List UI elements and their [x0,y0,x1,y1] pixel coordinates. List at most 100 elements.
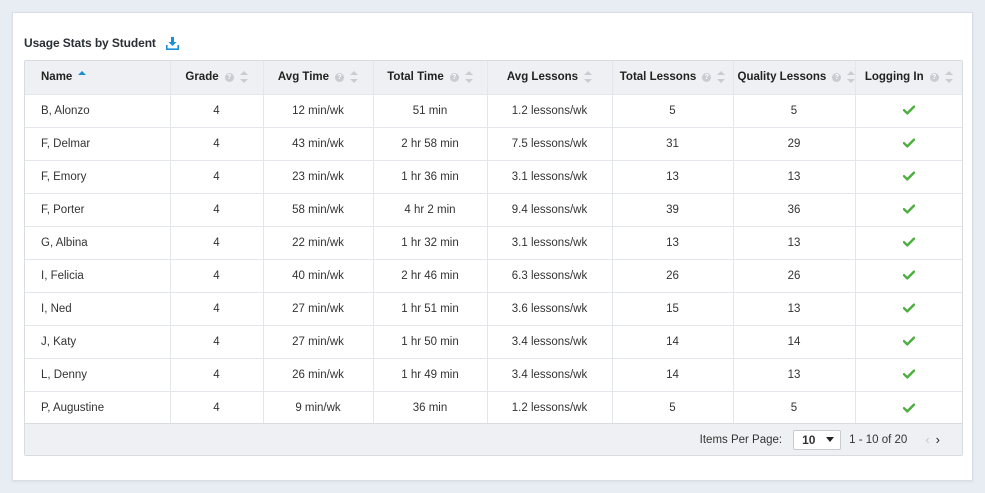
cell-total-time: 36 min [373,391,488,424]
column-header-grade[interactable]: Grade? [170,61,264,94]
column-header-label: Avg Time [277,71,330,84]
help-icon[interactable]: ? [224,72,234,82]
sort-icon[interactable] [350,71,359,84]
cell-total-lessons: 31 [612,127,734,160]
cell-name: P, Augustine [25,391,171,424]
chevron-left-icon[interactable]: ‹ [925,433,929,446]
help-icon[interactable]: ? [929,72,939,82]
cell-logging-in [855,226,962,259]
sort-icon[interactable] [944,71,953,84]
column-header-label: Logging In [864,71,924,84]
cell-avg-time: 22 min/wk [263,226,374,259]
download-icon[interactable] [165,36,179,50]
pagination-range: 1 - 10 of 20 [849,433,908,446]
cell-total-lessons: 13 [612,226,734,259]
cell-name: F, Porter [25,193,171,226]
cell-logging-in [855,127,962,160]
cell-grade: 4 [170,259,264,292]
cell-grade: 4 [170,193,264,226]
cell-grade: 4 [170,160,264,193]
cell-quality-lessons: 13 [733,292,856,325]
usage-stats-card: Usage Stats by Student Name Grade? Avg Tim… [12,12,973,481]
cell-avg-lessons: 7.5 lessons/wk [487,127,613,160]
column-header-avg-lessons[interactable]: Avg Lessons [487,61,613,94]
table-header-row: Name Grade? Avg Time? Total Time? Avg Lesson… [25,61,962,94]
table-body: B, Alonzo 4 12 min/wk 51 min 1.2 lessons/wk 5… [25,94,962,424]
cell-total-lessons: 14 [612,325,734,358]
items-per-page-select[interactable]: 10 [793,429,842,450]
checkmark-icon [902,237,915,248]
column-header-avg-time[interactable]: Avg Time? [263,61,374,94]
cell-total-time: 2 hr 58 min [373,127,488,160]
cell-grade: 4 [170,94,264,127]
cell-grade: 4 [170,292,264,325]
card-title: Usage Stats by Student [24,36,156,50]
table-row: G, Albina 4 22 min/wk 1 hr 32 min 3.1 lesson… [25,226,962,259]
cell-grade: 4 [170,226,264,259]
cell-total-lessons: 13 [612,160,734,193]
checkmark-icon [902,138,915,149]
cell-total-time: 1 hr 32 min [373,226,488,259]
column-header-inner: Name [41,71,87,83]
table-row: F, Porter 4 58 min/wk 4 hr 2 min 9.4 lessons… [25,193,962,226]
cell-avg-time: 26 min/wk [263,358,374,391]
checkmark-icon [902,204,915,215]
sort-icon[interactable] [847,71,856,84]
table-row: L, Denny 4 26 min/wk 1 hr 49 min 3.4 lessons… [25,358,962,391]
column-header-inner: Avg Time? [277,71,359,84]
cell-avg-time: 23 min/wk [263,160,374,193]
column-header-inner: Grade? [185,71,248,84]
checkmark-icon [902,403,915,413]
cell-avg-time: 9 min/wk [263,391,374,424]
checkmark-icon [902,369,915,380]
cell-logging-in [855,193,962,226]
help-icon[interactable]: ? [832,72,842,82]
column-header-label: Total Time [387,71,444,84]
cell-quality-lessons: 13 [733,358,856,391]
cell-name: L, Denny [25,358,171,391]
cell-grade: 4 [170,391,264,424]
column-header-name[interactable]: Name [25,61,171,94]
column-header-quality-lessons[interactable]: Quality Lessons? [733,61,856,94]
sort-icon[interactable] [464,71,473,84]
column-header-total-lessons[interactable]: Total Lessons? [612,61,734,94]
table-row: J, Katy 4 27 min/wk 1 hr 50 min 3.4 lessons/… [25,325,962,358]
cell-avg-lessons: 1.2 lessons/wk [487,391,613,424]
sort-icon[interactable] [717,71,726,84]
cell-quality-lessons: 5 [733,391,856,424]
help-icon[interactable]: ? [449,72,459,82]
column-header-label: Total Lessons [619,71,697,84]
table-row: F, Delmar 4 43 min/wk 2 hr 58 min 7.5 lesson… [25,127,962,160]
checkmark-icon [902,303,915,314]
cell-total-lessons: 39 [612,193,734,226]
cell-logging-in [855,358,962,391]
column-header-logging-in[interactable]: Logging In? [855,61,962,94]
cell-name: G, Albina [25,226,171,259]
column-header-inner: Logging In? [864,71,953,84]
cell-avg-time: 40 min/wk [263,259,374,292]
sort-icon[interactable] [584,71,593,84]
cell-grade: 4 [170,325,264,358]
cell-logging-in [855,94,962,127]
sort-icon[interactable] [239,71,248,84]
table-row: P, Augustine 4 9 min/wk 36 min 1.2 lessons/w… [25,391,962,424]
sort-icon[interactable] [78,71,87,83]
help-icon[interactable]: ? [335,72,345,82]
cell-avg-time: 43 min/wk [263,127,374,160]
cell-avg-time: 27 min/wk [263,292,374,325]
cell-name: J, Katy [25,325,171,358]
help-icon[interactable]: ? [702,72,712,82]
cell-total-time: 1 hr 36 min [373,160,488,193]
cell-logging-in [855,391,962,424]
cell-avg-lessons: 3.4 lessons/wk [487,358,613,391]
cell-avg-lessons: 6.3 lessons/wk [487,259,613,292]
cell-quality-lessons: 13 [733,160,856,193]
cell-total-lessons: 26 [612,259,734,292]
cell-name: F, Emory [25,160,171,193]
cell-avg-time: 27 min/wk [263,325,374,358]
items-per-page-value: 10 [802,432,816,447]
column-header-total-time[interactable]: Total Time? [373,61,488,94]
cell-quality-lessons: 5 [733,94,856,127]
chevron-right-icon[interactable]: › [936,433,940,446]
cell-quality-lessons: 13 [733,226,856,259]
